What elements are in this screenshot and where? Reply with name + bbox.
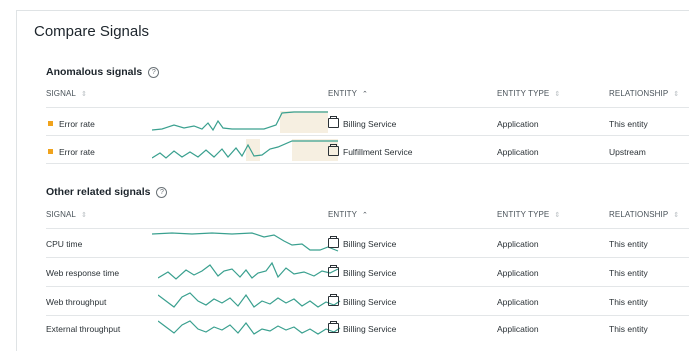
divider (46, 135, 689, 136)
anomaly-marker (48, 121, 53, 126)
help-icon[interactable]: ? (156, 187, 168, 198)
entity-cell[interactable]: Billing Service (328, 294, 397, 307)
divider (46, 315, 689, 316)
entity-name: Billing Service (343, 239, 397, 249)
help-icon[interactable]: ? (148, 67, 160, 78)
column-header-entity-type[interactable]: ENTITY TYPE ⇕ (497, 89, 560, 98)
signal-cell[interactable]: Web response time (46, 268, 119, 278)
signal-name: Error rate (59, 147, 95, 157)
divider (46, 107, 689, 108)
sparkline (158, 261, 339, 280)
anomaly-highlight (280, 111, 328, 133)
signal-cell[interactable]: CPU time (46, 239, 82, 249)
header-entity-label: ENTITY (328, 89, 358, 98)
column-header-entity-type[interactable]: ENTITY TYPE ⇕ (497, 210, 560, 219)
anomalous-title-text: Anomalous signals (46, 66, 143, 78)
relationship-cell: This entity (609, 268, 648, 278)
column-header-signal[interactable]: SIGNAL ⇕ (46, 89, 87, 98)
entity-name: Fulfillment Service (343, 147, 413, 157)
header-signal-label: SIGNAL (46, 89, 76, 98)
entity-type-cell: Application (497, 239, 539, 249)
entity-name: Billing Service (343, 324, 397, 334)
sort-asc-icon: ⌃ (362, 212, 369, 219)
service-icon (328, 236, 339, 248)
column-header-entity[interactable]: ENTITY ⌃ (328, 210, 368, 219)
entity-type-cell: Application (497, 297, 539, 307)
relationship-cell: This entity (609, 239, 648, 249)
sparkline (158, 292, 341, 308)
related-section-title: Other related signals? (46, 186, 168, 198)
entity-name: Billing Service (343, 119, 397, 129)
sparkline (152, 139, 338, 161)
anomaly-highlight (246, 139, 260, 161)
relationship-cell: Upstream (609, 147, 646, 157)
panel-title: Compare Signals (34, 23, 150, 40)
header-entity-label: ENTITY (328, 210, 358, 219)
relationship-cell: This entity (609, 324, 648, 334)
service-icon (328, 321, 339, 333)
divider (46, 257, 689, 258)
sort-icon: ⇕ (673, 212, 680, 219)
sparkline-line (158, 320, 341, 335)
entity-cell[interactable]: Billing Service (328, 116, 397, 129)
entity-name: Billing Service (343, 297, 397, 307)
sparkline (152, 232, 339, 252)
header-signal-label: SIGNAL (46, 210, 76, 219)
signal-cell[interactable]: Error rate (48, 147, 95, 157)
entity-cell[interactable]: Billing Service (328, 236, 397, 249)
signal-cell[interactable]: Web throughput (46, 297, 106, 307)
service-icon (328, 144, 339, 156)
header-entity-type-label: ENTITY TYPE (497, 89, 550, 98)
sort-asc-icon: ⌃ (362, 91, 369, 98)
signal-name: Error rate (59, 119, 95, 129)
entity-type-cell: Application (497, 147, 539, 157)
column-header-entity[interactable]: ENTITY ⌃ (328, 89, 368, 98)
divider (46, 163, 689, 164)
anomaly-marker (48, 149, 53, 154)
entity-name: Billing Service (343, 268, 397, 278)
entity-type-cell: Application (497, 268, 539, 278)
sort-icon: ⇕ (554, 212, 561, 219)
signal-cell[interactable]: External throughput (46, 324, 120, 334)
column-header-relationship[interactable]: RELATIONSHIP ⇕ (609, 210, 679, 219)
header-entity-type-label: ENTITY TYPE (497, 210, 550, 219)
column-header-relationship[interactable]: RELATIONSHIP ⇕ (609, 89, 679, 98)
relationship-cell: This entity (609, 119, 648, 129)
divider (46, 286, 689, 287)
relationship-cell: This entity (609, 297, 648, 307)
sort-icon: ⇕ (80, 212, 87, 219)
sparkline-line (152, 232, 339, 252)
compare-signals-panel: Compare Signals Anomalous signals? SIGNA… (16, 10, 689, 351)
sparkline (152, 111, 328, 133)
sparkline-line (158, 292, 341, 308)
signal-cell[interactable]: Error rate (48, 119, 95, 129)
entity-type-cell: Application (497, 324, 539, 334)
header-relationship-label: RELATIONSHIP (609, 89, 669, 98)
sparkline (158, 320, 341, 335)
entity-cell[interactable]: Billing Service (328, 265, 397, 278)
column-header-signal[interactable]: SIGNAL ⇕ (46, 210, 87, 219)
service-icon (328, 116, 339, 128)
service-icon (328, 265, 339, 277)
header-relationship-label: RELATIONSHIP (609, 210, 669, 219)
sparkline-line (158, 261, 339, 280)
entity-cell[interactable]: Billing Service (328, 321, 397, 334)
related-title-text: Other related signals (46, 186, 151, 198)
sort-icon: ⇕ (80, 91, 87, 98)
sort-icon: ⇕ (554, 91, 561, 98)
anomalous-section-title: Anomalous signals? (46, 66, 160, 78)
entity-cell[interactable]: Fulfillment Service (328, 144, 413, 157)
service-icon (328, 294, 339, 306)
entity-type-cell: Application (497, 119, 539, 129)
divider (46, 228, 689, 229)
sort-icon: ⇕ (673, 91, 680, 98)
